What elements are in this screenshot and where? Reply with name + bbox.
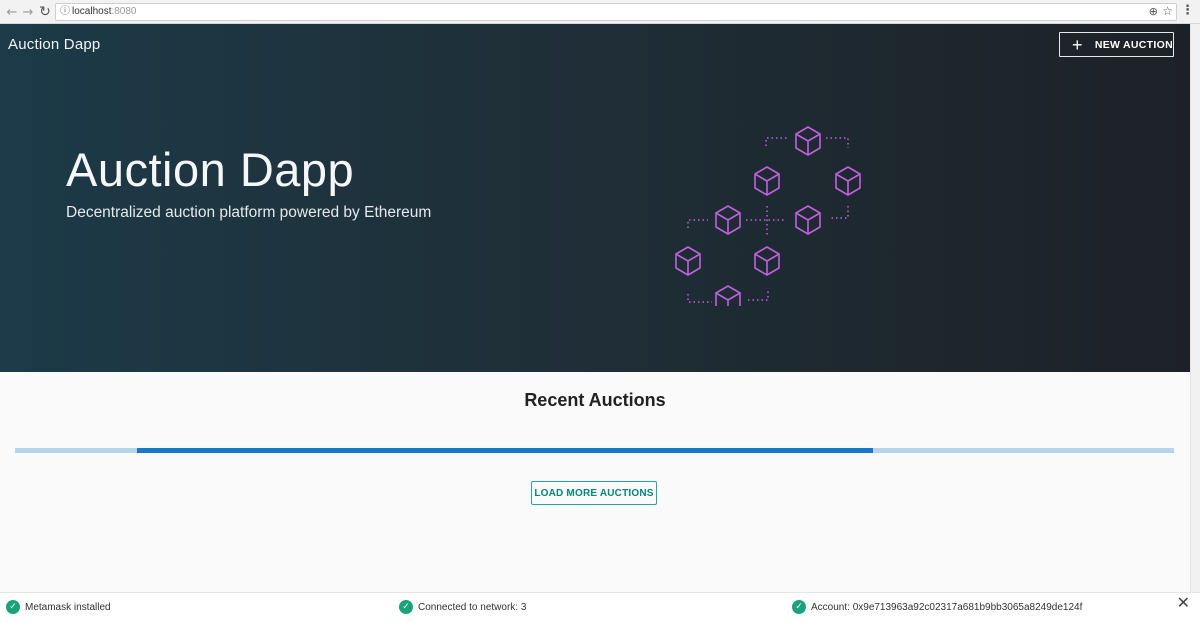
close-icon[interactable]: ✕ <box>1177 593 1190 612</box>
plus-icon: + <box>1072 34 1083 55</box>
star-icon[interactable]: ☆ <box>1162 3 1173 19</box>
arrow-right-icon[interactable]: → <box>20 3 36 21</box>
status-text: Connected to network: 3 <box>418 601 527 613</box>
info-icon[interactable]: ⓘ <box>60 4 70 20</box>
section-title: Recent Auctions <box>524 390 666 410</box>
page-scrollbar[interactable] <box>1190 24 1200 592</box>
hero-banner: Auction Dapp + NEW AUCTION Auction Dapp … <box>0 24 1190 372</box>
hero-subtitle: Decentralized auction platform powered b… <box>66 204 432 221</box>
kebab-menu-icon[interactable]: ⋮ <box>1181 3 1194 18</box>
status-bar: ✓ Metamask installed ✓ Connected to netw… <box>0 592 1200 623</box>
load-more-auctions-button[interactable]: LOAD MORE AUCTIONS <box>531 481 657 505</box>
new-auction-label: NEW AUCTION <box>1094 38 1173 51</box>
check-circle-icon: ✓ <box>792 600 806 614</box>
brand-title[interactable]: Auction Dapp <box>8 36 100 53</box>
status-text: Account: 0x9e713963a92c02317a681b9bb3065… <box>811 601 1083 613</box>
check-circle-icon: ✓ <box>399 600 413 614</box>
url-host: localhost <box>72 6 112 17</box>
zoom-icon[interactable]: ⊕ <box>1149 4 1158 20</box>
status-account: ✓ Account: 0x9e713963a92c02317a681b9bb30… <box>792 600 1082 614</box>
address-bar[interactable]: ⓘ localhost:8080 ⊕ ☆ <box>55 3 1177 21</box>
status-metamask: ✓ Metamask installed <box>6 600 111 614</box>
progress-fill <box>136 448 873 453</box>
arrow-left-icon[interactable]: ← <box>4 3 20 21</box>
url-port: :8080 <box>111 6 137 17</box>
reload-icon[interactable]: ↻ <box>37 3 53 21</box>
loading-progress-bar <box>15 448 1174 453</box>
status-text: Metamask installed <box>25 601 111 613</box>
browser-toolbar: ← → ↻ ⓘ localhost:8080 ⊕ ☆ ⋮ <box>0 0 1200 24</box>
new-auction-button[interactable]: + NEW AUCTION <box>1059 32 1174 57</box>
hero-title: Auction Dapp <box>66 143 355 196</box>
check-circle-icon: ✓ <box>6 600 20 614</box>
status-network: ✓ Connected to network: 3 <box>399 600 526 614</box>
blockchain-cubes-icon <box>675 126 861 306</box>
